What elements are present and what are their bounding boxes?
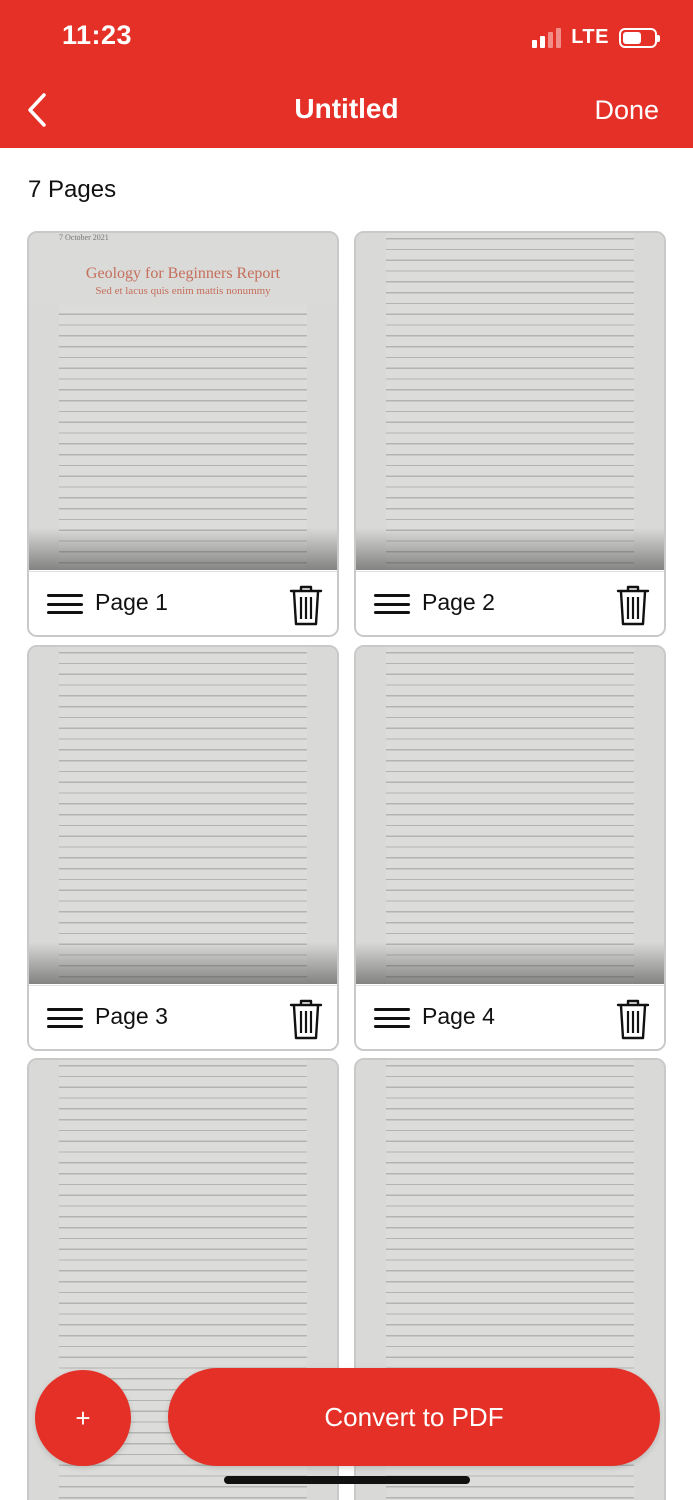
battery-icon — [619, 27, 660, 48]
status-indicators: LTE — [532, 26, 660, 49]
page-thumbnail[interactable] — [356, 647, 664, 984]
page-card-footer: Page 1 — [29, 571, 337, 635]
thumbnail-date: 7 October 2021 — [59, 233, 109, 242]
page-label: Page 1 — [95, 589, 168, 615]
page-card[interactable]: Page 3 — [27, 645, 339, 1051]
trash-icon[interactable] — [289, 584, 323, 626]
page-card[interactable]: 7 October 2021 Geology for Beginners Rep… — [27, 231, 339, 637]
page-card-footer: Page 2 — [356, 571, 664, 635]
page-card-footer: Page 3 — [29, 985, 337, 1049]
status-time: 11:23 — [62, 20, 133, 50]
page-card[interactable]: Page 4 — [354, 645, 666, 1051]
done-button[interactable]: Done — [594, 95, 659, 126]
drag-handle-icon[interactable] — [374, 594, 410, 614]
home-indicator[interactable] — [224, 1476, 470, 1484]
convert-to-pdf-button[interactable]: Convert to PDF — [168, 1368, 660, 1466]
thumbnail-doc-title: Geology for Beginners Report — [85, 265, 281, 282]
page-title: Untitled — [294, 93, 399, 124]
top-bar: 11:23 LTE Untitled Done — [0, 0, 693, 148]
page-card-footer: Page 4 — [356, 985, 664, 1049]
page-label: Page 4 — [422, 1003, 495, 1029]
page-label: Page 2 — [422, 589, 495, 615]
signal-icon — [532, 27, 562, 48]
trash-icon[interactable] — [289, 998, 323, 1040]
drag-handle-icon[interactable] — [47, 594, 83, 614]
trash-icon[interactable] — [616, 998, 650, 1040]
trash-icon[interactable] — [616, 584, 650, 626]
page-thumbnail[interactable] — [29, 647, 337, 984]
drag-handle-icon[interactable] — [374, 1008, 410, 1028]
page-thumbnail[interactable] — [356, 233, 664, 570]
add-page-button[interactable]: + — [35, 1370, 131, 1466]
network-label: LTE — [571, 26, 609, 48]
page-count-label: 7 Pages — [28, 176, 117, 203]
page-card[interactable]: Page 2 — [354, 231, 666, 637]
plus-icon: + — [75, 1402, 91, 1433]
drag-handle-icon[interactable] — [47, 1008, 83, 1028]
thumbnail-doc-subtitle: Sed et lacus quis enim mattis nonummy — [95, 285, 271, 297]
page-thumbnail[interactable]: 7 October 2021 Geology for Beginners Rep… — [29, 233, 337, 570]
page-label: Page 3 — [95, 1003, 168, 1029]
